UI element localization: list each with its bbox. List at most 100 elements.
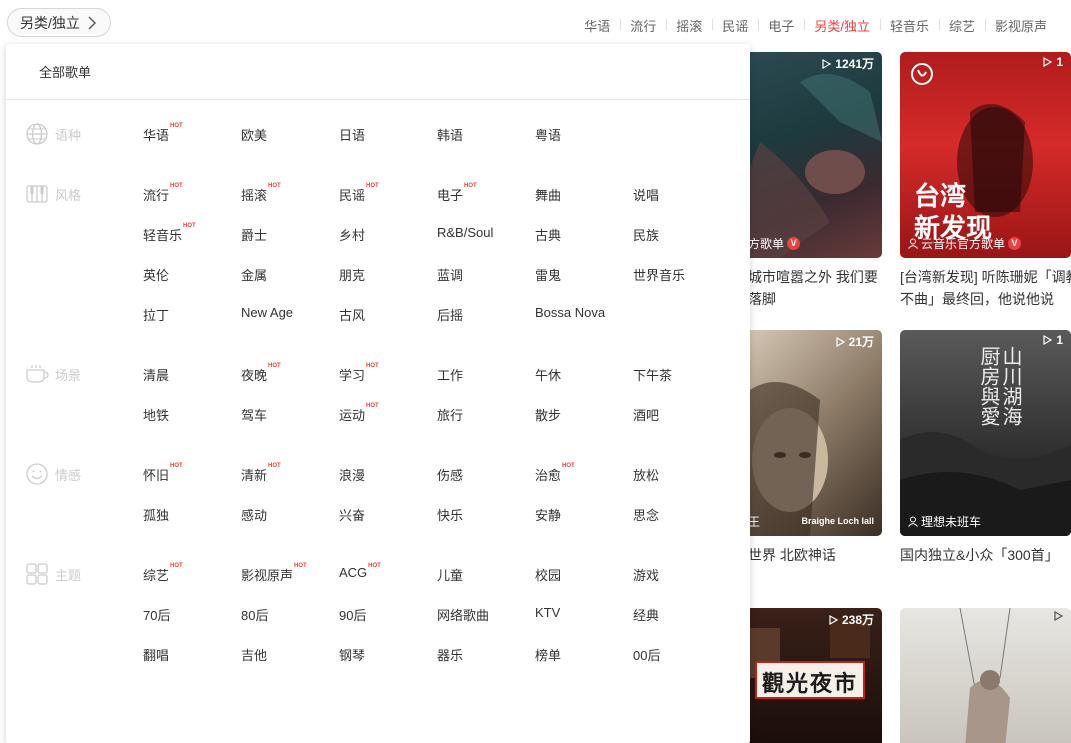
category-tag[interactable]: 摇滚HOT (241, 183, 281, 204)
category-tag[interactable]: 轻音乐HOT (143, 223, 196, 244)
category-tag[interactable]: 流行HOT (143, 183, 183, 204)
category-tag[interactable]: 孤独 (143, 505, 169, 524)
category-tag[interactable]: 校园 (535, 565, 561, 584)
category-tag[interactable]: 民谣HOT (339, 183, 379, 204)
category-tag[interactable]: 90后 (339, 605, 366, 624)
category-tag[interactable]: 放松 (633, 465, 659, 484)
category-tag[interactable]: 后摇 (437, 305, 463, 324)
category-tag[interactable]: 韩语 (437, 125, 463, 144)
playlist-title[interactable]: [台湾新发现] 听陈珊妮「调教 不曲」最终回，他说他说 (900, 266, 1071, 310)
category-tag[interactable]: 金属 (241, 265, 267, 284)
category-tag[interactable]: 兴奋 (339, 505, 365, 524)
category-tag[interactable]: 治愈HOT (535, 463, 575, 484)
category-tag[interactable]: 驾车 (241, 405, 267, 424)
play-icon (1054, 611, 1063, 621)
category-tag[interactable]: 电子HOT (437, 183, 477, 204)
category-tag[interactable]: 舞曲 (535, 185, 561, 204)
hot-tag[interactable]: 华语 (584, 16, 620, 35)
category-tag[interactable]: 工作 (437, 365, 463, 384)
category-tag[interactable]: 榜单 (535, 645, 561, 664)
category-tag[interactable]: 旅行 (437, 405, 463, 424)
category-tag[interactable]: 古风 (339, 305, 365, 324)
category-tag[interactable]: 综艺HOT (143, 563, 183, 584)
category-tag[interactable]: 经典 (633, 605, 659, 624)
playlist-creator[interactable]: 云音乐官方歌单 V (908, 235, 1022, 252)
category-tag[interactable]: 伤感 (437, 465, 463, 484)
playlist-creator[interactable]: 理想未班车 (908, 513, 981, 530)
category-group-label: 情感 (25, 462, 81, 486)
playlist-title[interactable]: 城市喧嚣之外 我们要 落脚 (748, 266, 888, 310)
hot-tag[interactable]: 影视原声 (984, 16, 1057, 35)
category-tag[interactable]: 雷鬼 (535, 265, 561, 284)
category-tag[interactable]: 拉丁 (143, 305, 169, 324)
category-tag[interactable]: 00后 (633, 645, 660, 664)
category-tag[interactable]: 世界音乐 (633, 265, 685, 284)
hot-badge: HOT (170, 123, 183, 129)
hot-tag[interactable]: 轻音乐 (879, 16, 939, 35)
playlist-card[interactable]: 觀光夜市 238万 (740, 608, 882, 743)
category-tag[interactable]: 朋克 (339, 265, 365, 284)
category-tag[interactable]: 粤语 (535, 125, 561, 144)
category-tag[interactable]: 怀旧HOT (143, 463, 183, 484)
hot-tag[interactable]: 综艺 (938, 16, 985, 35)
category-tag[interactable]: 民族 (633, 225, 659, 244)
category-tag[interactable]: 80后 (241, 605, 268, 624)
category-tag[interactable]: 清晨 (143, 365, 169, 384)
category-tag[interactable]: 蓝调 (437, 265, 463, 284)
category-tag[interactable]: 地铁 (143, 405, 169, 424)
category-tag[interactable]: 翻唱 (143, 645, 169, 664)
category-tag[interactable]: 吉他 (241, 645, 267, 664)
category-tag[interactable]: 午休 (535, 365, 561, 384)
playlist-title[interactable]: 世界 北欧神话 (748, 544, 888, 566)
category-tag[interactable]: 浪漫 (339, 465, 365, 484)
category-tag[interactable]: 散步 (535, 405, 561, 424)
category-tag[interactable]: Bossa Nova (535, 305, 605, 320)
category-tag[interactable]: 器乐 (437, 645, 463, 664)
hot-tag[interactable]: 民谣 (712, 16, 758, 35)
all-playlists-button[interactable]: 全部歌单 (39, 62, 91, 81)
category-tag[interactable]: 70后 (143, 605, 170, 624)
category-tag[interactable]: 华语HOT (143, 123, 183, 144)
category-tag[interactable]: ACGHOT (339, 563, 381, 580)
playlist-title[interactable]: 国内独立&小众「300首」 (900, 544, 1071, 566)
playlist-card[interactable]: 1241万 方歌单 V (740, 52, 882, 258)
category-tag[interactable]: 运动HOT (339, 403, 379, 424)
category-tag[interactable]: 英伦 (143, 265, 169, 284)
category-tag-label: 思念 (633, 508, 660, 523)
hot-tag-active[interactable]: 另类/独立 (804, 16, 880, 35)
category-tag[interactable]: 乡村 (339, 225, 365, 244)
category-tag[interactable]: 说唱 (633, 185, 659, 204)
category-tag[interactable]: 影视原声HOT (241, 563, 307, 584)
playlist-card[interactable]: 山川湖海 厨房與愛 1 理想未班车 (900, 330, 1071, 536)
category-select-button[interactable]: 另类/独立 (7, 8, 111, 37)
category-tag[interactable]: 日语 (339, 125, 365, 144)
category-tag[interactable]: 夜晚HOT (241, 363, 281, 384)
playlist-card[interactable]: Braighe Loch Iall 21万 王 (740, 330, 882, 536)
playlist-card[interactable]: 台湾 新发现 1 云音乐官方歌单 V (900, 52, 1071, 258)
category-tag-label: 学习 (339, 368, 366, 383)
category-tag[interactable]: 快乐 (437, 505, 463, 524)
category-tag[interactable]: 下午茶 (633, 365, 672, 384)
category-tag[interactable]: 游戏 (633, 565, 659, 584)
category-tag[interactable]: New Age (241, 305, 293, 320)
hot-tag[interactable]: 电子 (758, 16, 804, 35)
category-tag[interactable]: 思念 (633, 505, 659, 524)
category-tag-label: 00后 (633, 648, 661, 663)
category-tag[interactable]: R&B/Soul (437, 225, 493, 240)
category-tag[interactable]: 欧美 (241, 125, 267, 144)
category-tag[interactable]: 感动 (241, 505, 267, 524)
playlist-card[interactable] (900, 608, 1071, 743)
category-tag[interactable]: 儿童 (437, 565, 463, 584)
hot-tag[interactable]: 流行 (620, 16, 666, 35)
category-tag[interactable]: 安静 (535, 505, 561, 524)
category-tag[interactable]: 钢琴 (339, 645, 365, 664)
category-tag[interactable]: 网络歌曲 (437, 605, 489, 624)
category-tag[interactable]: 爵士 (241, 225, 267, 244)
category-tag[interactable]: KTV (535, 605, 560, 620)
category-tag[interactable]: 清新HOT (241, 463, 281, 484)
playlist-creator[interactable]: 方歌单 V (748, 235, 801, 252)
category-tag[interactable]: 学习HOT (339, 363, 379, 384)
category-tag[interactable]: 酒吧 (633, 405, 659, 424)
hot-tag[interactable]: 摇滚 (666, 16, 712, 35)
category-tag[interactable]: 古典 (535, 225, 561, 244)
